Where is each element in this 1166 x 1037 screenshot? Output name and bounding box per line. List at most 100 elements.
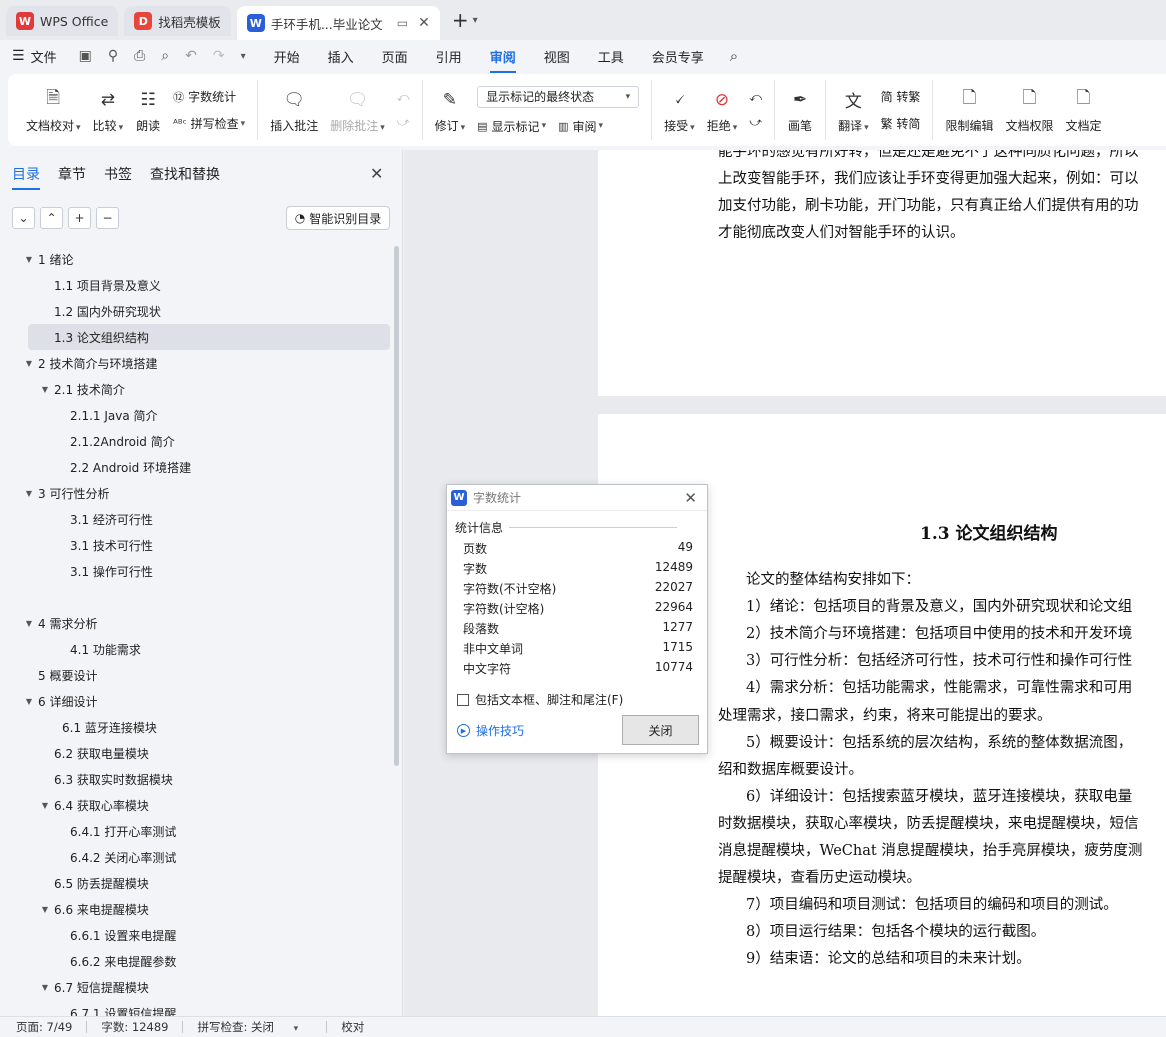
expand-arrow-icon[interactable]: ▼ (40, 905, 50, 914)
toc-item[interactable]: 2.1.1 Java 简介 (0, 402, 392, 428)
toc-item[interactable]: 2.1.2Android 简介 (0, 428, 392, 454)
toc-item[interactable]: 6.2 获取电量模块 (0, 740, 392, 766)
menu-page[interactable]: 页面 (382, 47, 408, 66)
print-icon[interactable]: ⎙ (134, 48, 145, 64)
chevron-down-icon[interactable]: ▾ (241, 51, 246, 62)
toc-item[interactable]: 1.1 项目背景及意义 (0, 272, 392, 298)
accept-button[interactable]: 🗸 接受 ▾ (658, 80, 701, 140)
toc-item[interactable]: ▼ 3 可行性分析 (0, 480, 392, 506)
simp-to-trad-button[interactable]: 简 转繁 (881, 88, 921, 105)
smart-toc-button[interactable]: ◔ 智能识别目录 (286, 206, 390, 230)
toc-item[interactable]: 6.4.2 关闭心率测试 (0, 844, 392, 870)
restrict-edit-button[interactable]: 🗋 限制编辑 (939, 80, 999, 140)
toc-item[interactable]: 1.2 国内外研究现状 (0, 298, 392, 324)
menu-tools[interactable]: 工具 (598, 47, 624, 66)
expand-arrow-icon[interactable]: ▼ (24, 619, 34, 628)
toc-item[interactable]: 3.1 技术可行性 (0, 532, 392, 558)
share-icon[interactable]: ⚲ (108, 48, 118, 64)
print-preview-icon[interactable]: ⌕ (161, 48, 169, 64)
doc-permission-button[interactable]: 🗋 文档权限 (999, 80, 1059, 140)
proofread-button[interactable]: 🗎 文档校对 ▾ (20, 80, 87, 140)
next-comment-button[interactable]: ⤻ (397, 115, 410, 130)
document-page[interactable]: 能手环的感觉有所好转，但是还是避免不了这种同质化问题，所以 上改变智能手环，我们应… (598, 150, 1166, 483)
word-count-button[interactable]: ⑫ 字数统计 (173, 88, 245, 105)
expand-arrow-icon[interactable]: ▼ (40, 385, 50, 394)
save-icon[interactable]: ▣ (79, 48, 92, 64)
toc-item[interactable]: 3.1 经济可行性 (0, 506, 392, 532)
expand-arrow-icon[interactable]: ▼ (24, 255, 34, 264)
close-tab-icon[interactable]: ✕ (418, 15, 430, 31)
toc-item[interactable]: ▼ 6.7 短信提醒模块 (0, 974, 392, 1000)
new-tab-icon[interactable]: + (452, 8, 469, 32)
reject-button[interactable]: ⊘ 拒绝 ▾ (701, 80, 744, 140)
collapse-icon[interactable]: ⌃ (40, 207, 63, 229)
toc-item[interactable]: 6.1 蓝牙连接模块 (0, 714, 392, 740)
toc-item[interactable]: 6.6.1 设置来电提醒 (0, 922, 392, 948)
toc-item[interactable]: 6.5 防丢提醒模块 (0, 870, 392, 896)
toc-item[interactable]: ▼ 2 技术简介与环境搭建 (0, 350, 392, 376)
next-change-button[interactable]: ⤻ (749, 115, 762, 130)
prev-change-button[interactable]: ⤺ (749, 90, 762, 105)
word-count-indicator[interactable]: 字数: 12489 (101, 1019, 168, 1035)
undo-icon[interactable]: ↶ (185, 48, 197, 64)
toc-item[interactable]: ▼ 1 绪论 (0, 246, 392, 272)
menu-review[interactable]: 审阅 (489, 47, 516, 73)
expand-arrow-icon[interactable]: ▼ (40, 801, 50, 810)
toc-scrollbar[interactable] (394, 246, 399, 766)
toc-item[interactable]: 5 概要设计 (0, 662, 392, 688)
insert-comment-button[interactable]: 🗨 插入批注 (264, 80, 324, 140)
toc-item[interactable]: ▼ 6.4 获取心率模块 (0, 792, 392, 818)
markup-select[interactable]: 显示标记的最终状态 ▾ (477, 85, 640, 108)
search-icon[interactable]: ⌕ (730, 47, 738, 65)
toc-item[interactable]: ▼ 6 详细设计 (0, 688, 392, 714)
show-markup-button[interactable]: ▤ 显示标记 ▾ (477, 118, 546, 135)
menu-reference[interactable]: 引用 (436, 47, 462, 66)
menu-insert[interactable]: 插入 (328, 47, 354, 66)
spell-check-button[interactable]: ᴬᴮᶜ 拼写检查 ▾ (173, 115, 245, 132)
window-icon[interactable]: ▭ (397, 16, 408, 30)
menu-home[interactable]: 开始 (274, 47, 300, 66)
prev-comment-button[interactable]: ⤺ (397, 90, 410, 105)
pen-button[interactable]: ✒ 画笔 (781, 80, 819, 140)
menu-view[interactable]: 视图 (544, 47, 570, 66)
toc-item[interactable]: 2.2 Android 环境搭建 (0, 454, 392, 480)
tab-find-replace[interactable]: 查找和替换 (150, 164, 220, 184)
toc-item[interactable]: ▼ 6.6 来电提醒模块 (0, 896, 392, 922)
tab-bookmarks[interactable]: 书签 (104, 164, 132, 184)
toc-item[interactable]: 1.3 论文组织结构 (28, 324, 390, 350)
expand-arrow-icon[interactable]: ▼ (24, 489, 34, 498)
page-indicator[interactable]: 页面: 7/49 (16, 1019, 72, 1035)
expand-arrow-icon[interactable]: ▼ (40, 983, 50, 992)
expand-icon[interactable]: ⌄ (12, 207, 35, 229)
toc-item[interactable]: 4.1 功能需求 (0, 636, 392, 662)
chevron-down-icon[interactable]: ▾ (473, 15, 478, 26)
trad-to-simp-button[interactable]: 繁 转简 (881, 115, 921, 132)
revise-button[interactable]: ✎ 修订 ▾ (429, 80, 472, 140)
close-icon[interactable]: ✕ (684, 489, 697, 507)
close-button[interactable]: 关闭 (622, 715, 699, 745)
toc-item[interactable]: ▼ 4 需求分析 (0, 610, 392, 636)
expand-arrow-icon[interactable]: ▼ (24, 359, 34, 368)
close-icon[interactable]: ✕ (370, 164, 383, 183)
toc-item[interactable]: 6.3 获取实时数据模块 (0, 766, 392, 792)
file-menu[interactable]: ☰ 文件 (12, 47, 57, 66)
redo-icon[interactable]: ↷ (213, 48, 225, 64)
doc-final-button[interactable]: 🗋 文档定 (1059, 80, 1107, 140)
add-icon[interactable]: + (68, 207, 91, 229)
tab-toc[interactable]: 目录 (12, 164, 40, 190)
menu-member[interactable]: 会员专享 (652, 47, 704, 66)
toc-item[interactable] (0, 584, 392, 610)
compare-button[interactable]: ⇄ 比较 ▾ (87, 80, 130, 140)
toc-item[interactable]: ▼ 2.1 技术简介 (0, 376, 392, 402)
delete-comment-button[interactable]: 🗨 删除批注 ▾ (324, 80, 391, 140)
tab-document[interactable]: W 手环手机...毕业论文 ▭ ✕ (236, 6, 440, 40)
expand-arrow-icon[interactable]: ▼ (24, 697, 34, 706)
proof-indicator[interactable]: 校对 (341, 1019, 364, 1035)
spell-check-indicator[interactable]: 拼写检查: 关闭 ▾ (197, 1019, 312, 1035)
review-pane-button[interactable]: ▥ 审阅 ▾ (558, 118, 603, 135)
tab-template[interactable]: D 找稻壳模板 (124, 6, 231, 36)
tab-chapters[interactable]: 章节 (58, 164, 86, 184)
tips-link[interactable]: ▶ 操作技巧 (457, 722, 524, 739)
toc-item[interactable]: 6.6.2 来电提醒参数 (0, 948, 392, 974)
translate-button[interactable]: 文 翻译 ▾ (832, 80, 875, 140)
